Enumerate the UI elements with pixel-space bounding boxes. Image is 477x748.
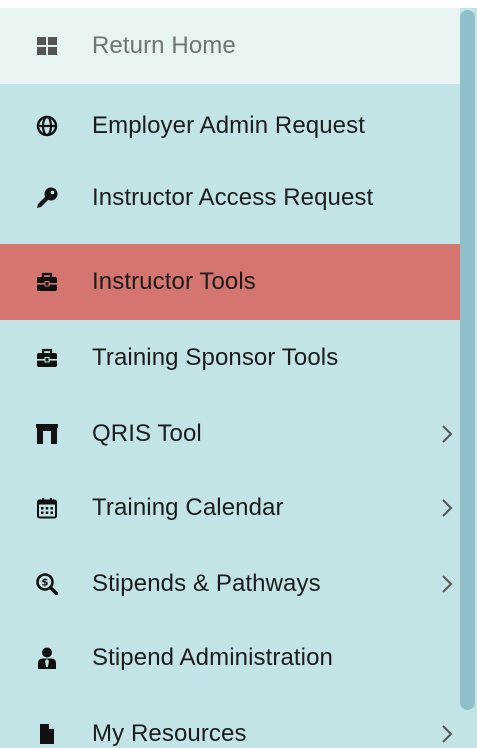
chevron-right-icon <box>440 573 454 595</box>
menu-item-stipends-pathways[interactable]: $ Stipends & Pathways <box>0 546 460 622</box>
menu-item-label: Instructor Tools <box>92 268 256 295</box>
menu-item-label: Stipends & Pathways <box>92 570 321 597</box>
user-tie-icon <box>36 647 58 669</box>
calendar-icon <box>36 497 58 519</box>
globe-icon <box>36 115 58 137</box>
menu-item-qris-tool[interactable]: QRIS Tool <box>0 396 460 472</box>
toolbox-icon <box>36 347 58 369</box>
archway-icon <box>36 423 58 445</box>
search-dollar-icon: $ <box>36 573 58 595</box>
menu-item-label: My Resources <box>92 720 247 747</box>
toolbox-icon <box>36 271 58 293</box>
menu-item-my-resources[interactable]: My Resources <box>0 696 460 748</box>
menu-item-employer-admin-request[interactable]: Employer Admin Request <box>0 88 460 164</box>
grid-icon <box>36 35 58 57</box>
menu-item-training-calendar[interactable]: Training Calendar <box>0 470 460 546</box>
key-icon <box>36 187 58 209</box>
menu-item-label: QRIS Tool <box>92 420 202 447</box>
menu-item-instructor-access-request[interactable]: Instructor Access Request <box>0 160 460 236</box>
menu-item-stipend-administration[interactable]: Stipend Administration <box>0 620 460 696</box>
chevron-right-icon <box>440 723 454 745</box>
menu-item-return-home[interactable]: Return Home <box>0 8 460 84</box>
chevron-right-icon <box>440 423 454 445</box>
menu-item-instructor-tools[interactable]: Instructor Tools <box>0 244 460 320</box>
menu-item-label: Training Sponsor Tools <box>92 344 339 371</box>
menu-item-label: Return Home <box>92 32 236 59</box>
chevron-right-icon <box>440 497 454 519</box>
sidebar-menu: Return Home Employer Admin Request Instr… <box>0 8 477 748</box>
menu-item-label: Instructor Access Request <box>92 184 374 211</box>
svg-text:$: $ <box>42 578 49 589</box>
menu-item-label: Employer Admin Request <box>92 112 365 139</box>
menu-item-training-sponsor-tools[interactable]: Training Sponsor Tools <box>0 320 460 396</box>
menu-item-label: Stipend Administration <box>92 644 334 671</box>
scrollbar-thumb[interactable] <box>460 10 475 710</box>
file-icon <box>36 723 58 745</box>
menu-item-label: Training Calendar <box>92 494 284 521</box>
